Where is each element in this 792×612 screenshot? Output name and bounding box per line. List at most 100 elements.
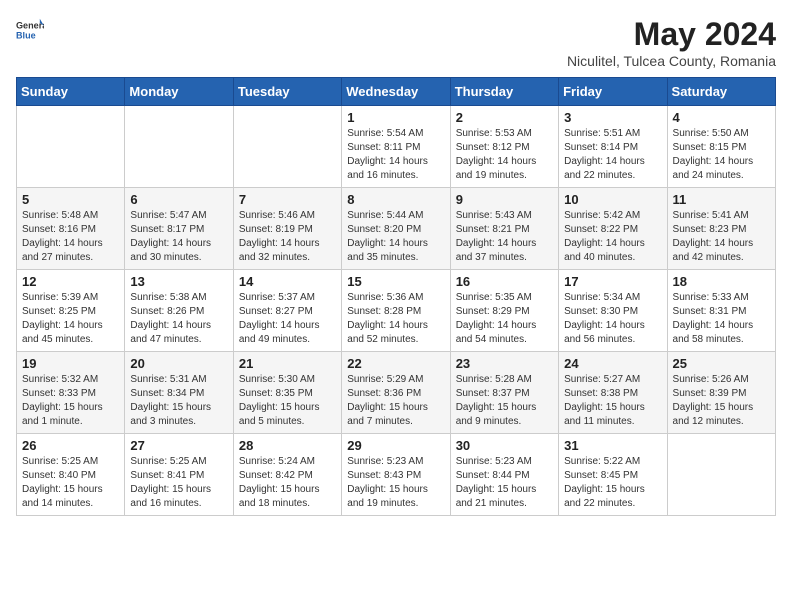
calendar-cell: 22 Sunrise: 5:29 AM Sunset: 8:36 PM Dayli… xyxy=(342,352,450,434)
calendar-body: 1 Sunrise: 5:54 AM Sunset: 8:11 PM Daylig… xyxy=(17,106,776,516)
calendar-cell: 30Sunrise: 5:23 AM Sunset: 8:44 PM Dayli… xyxy=(450,434,558,516)
day-info: Sunrise: 5:28 AM Sunset: 8:37 PM Dayligh… xyxy=(456,373,553,429)
day-info: Sunrise: 5:42 AM Sunset: 8:22 PM Dayligh… xyxy=(564,209,661,265)
day-info: Sunrise: 5:30 AM Sunset: 8:35 PM Dayligh… xyxy=(239,373,336,429)
day-number: 26 xyxy=(22,438,119,453)
calendar-cell: 29 Sunrise: 5:23 AM Sunset: 8:43 PM Dayli… xyxy=(342,434,450,516)
day-number: 19 xyxy=(22,356,119,371)
day-info: Sunrise: 5:26 AM Sunset: 8:39 PM Dayligh… xyxy=(673,373,770,429)
day-info: Sunrise: 5:48 AM Sunset: 8:16 PM Dayligh… xyxy=(22,209,119,265)
calendar-cell: 20Sunrise: 5:31 AM Sunset: 8:34 PM Dayli… xyxy=(125,352,233,434)
day-number: 23 xyxy=(456,356,553,371)
calendar-cell: 31Sunrise: 5:22 AM Sunset: 8:45 PM Dayli… xyxy=(559,434,667,516)
day-number: 3 xyxy=(564,110,661,125)
calendar-cell: 13 Sunrise: 5:38 AM Sunset: 8:26 PM Dayli… xyxy=(125,270,233,352)
calendar-cell xyxy=(125,106,233,188)
calendar-cell: 9 Sunrise: 5:43 AM Sunset: 8:21 PM Daylig… xyxy=(450,188,558,270)
logo: General Blue xyxy=(16,16,44,44)
day-number: 1 xyxy=(347,110,444,125)
day-number: 14 xyxy=(239,274,336,289)
month-year: May 2024 xyxy=(567,16,776,53)
header: General Blue May 2024 Niculitel, Tulcea … xyxy=(16,16,776,69)
calendar-cell: 8 Sunrise: 5:44 AM Sunset: 8:20 PM Daylig… xyxy=(342,188,450,270)
calendar-cell: 7Sunrise: 5:46 AM Sunset: 8:19 PM Daylig… xyxy=(233,188,341,270)
day-number: 28 xyxy=(239,438,336,453)
calendar-cell: 12 Sunrise: 5:39 AM Sunset: 8:25 PM Dayli… xyxy=(17,270,125,352)
day-info: Sunrise: 5:35 AM Sunset: 8:29 PM Dayligh… xyxy=(456,291,553,347)
day-info: Sunrise: 5:39 AM Sunset: 8:25 PM Dayligh… xyxy=(22,291,119,347)
calendar-cell: 17 Sunrise: 5:34 AM Sunset: 8:30 PM Dayli… xyxy=(559,270,667,352)
day-info: Sunrise: 5:23 AM Sunset: 8:44 PM Dayligh… xyxy=(456,455,553,511)
location: Niculitel, Tulcea County, Romania xyxy=(567,53,776,69)
day-number: 16 xyxy=(456,274,553,289)
weekday-header-saturday: Saturday xyxy=(667,78,775,106)
calendar-cell: 26 Sunrise: 5:25 AM Sunset: 8:40 PM Dayli… xyxy=(17,434,125,516)
day-info: Sunrise: 5:23 AM Sunset: 8:43 PM Dayligh… xyxy=(347,455,444,511)
calendar-cell: 25 Sunrise: 5:26 AM Sunset: 8:39 PM Dayli… xyxy=(667,352,775,434)
day-info: Sunrise: 5:53 AM Sunset: 8:12 PM Dayligh… xyxy=(456,127,553,183)
week-row-2: 5Sunrise: 5:48 AM Sunset: 8:16 PM Daylig… xyxy=(17,188,776,270)
calendar-cell xyxy=(233,106,341,188)
day-number: 18 xyxy=(673,274,770,289)
calendar-cell xyxy=(667,434,775,516)
day-info: Sunrise: 5:54 AM Sunset: 8:11 PM Dayligh… xyxy=(347,127,444,183)
calendar-cell: 28 Sunrise: 5:24 AM Sunset: 8:42 PM Dayli… xyxy=(233,434,341,516)
calendar-cell: 1 Sunrise: 5:54 AM Sunset: 8:11 PM Daylig… xyxy=(342,106,450,188)
day-number: 24 xyxy=(564,356,661,371)
weekday-header-row: SundayMondayTuesdayWednesdayThursdayFrid… xyxy=(17,78,776,106)
weekday-header-monday: Monday xyxy=(125,78,233,106)
day-info: Sunrise: 5:29 AM Sunset: 8:36 PM Dayligh… xyxy=(347,373,444,429)
day-number: 20 xyxy=(130,356,227,371)
day-info: Sunrise: 5:41 AM Sunset: 8:23 PM Dayligh… xyxy=(673,209,770,265)
day-number: 2 xyxy=(456,110,553,125)
day-info: Sunrise: 5:43 AM Sunset: 8:21 PM Dayligh… xyxy=(456,209,553,265)
day-number: 9 xyxy=(456,192,553,207)
day-number: 17 xyxy=(564,274,661,289)
day-info: Sunrise: 5:38 AM Sunset: 8:26 PM Dayligh… xyxy=(130,291,227,347)
calendar-cell: 5Sunrise: 5:48 AM Sunset: 8:16 PM Daylig… xyxy=(17,188,125,270)
day-number: 11 xyxy=(673,192,770,207)
calendar-cell: 23 Sunrise: 5:28 AM Sunset: 8:37 PM Dayli… xyxy=(450,352,558,434)
weekday-header-tuesday: Tuesday xyxy=(233,78,341,106)
week-row-1: 1 Sunrise: 5:54 AM Sunset: 8:11 PM Daylig… xyxy=(17,106,776,188)
day-number: 7 xyxy=(239,192,336,207)
calendar-cell: 2 Sunrise: 5:53 AM Sunset: 8:12 PM Daylig… xyxy=(450,106,558,188)
day-number: 15 xyxy=(347,274,444,289)
day-number: 10 xyxy=(564,192,661,207)
weekday-header-sunday: Sunday xyxy=(17,78,125,106)
day-info: Sunrise: 5:47 AM Sunset: 8:17 PM Dayligh… xyxy=(130,209,227,265)
day-number: 4 xyxy=(673,110,770,125)
day-number: 12 xyxy=(22,274,119,289)
calendar-cell: 27 Sunrise: 5:25 AM Sunset: 8:41 PM Dayli… xyxy=(125,434,233,516)
day-number: 29 xyxy=(347,438,444,453)
day-info: Sunrise: 5:37 AM Sunset: 8:27 PM Dayligh… xyxy=(239,291,336,347)
day-number: 22 xyxy=(347,356,444,371)
day-info: Sunrise: 5:51 AM Sunset: 8:14 PM Dayligh… xyxy=(564,127,661,183)
calendar-cell: 19 Sunrise: 5:32 AM Sunset: 8:33 PM Dayli… xyxy=(17,352,125,434)
calendar-cell: 3 Sunrise: 5:51 AM Sunset: 8:14 PM Daylig… xyxy=(559,106,667,188)
day-number: 25 xyxy=(673,356,770,371)
day-info: Sunrise: 5:34 AM Sunset: 8:30 PM Dayligh… xyxy=(564,291,661,347)
calendar-cell: 21Sunrise: 5:30 AM Sunset: 8:35 PM Dayli… xyxy=(233,352,341,434)
calendar-cell: 18 Sunrise: 5:33 AM Sunset: 8:31 PM Dayli… xyxy=(667,270,775,352)
title-block: May 2024 Niculitel, Tulcea County, Roman… xyxy=(567,16,776,69)
calendar-cell: 4Sunrise: 5:50 AM Sunset: 8:15 PM Daylig… xyxy=(667,106,775,188)
day-number: 27 xyxy=(130,438,227,453)
day-info: Sunrise: 5:25 AM Sunset: 8:40 PM Dayligh… xyxy=(22,455,119,511)
day-info: Sunrise: 5:32 AM Sunset: 8:33 PM Dayligh… xyxy=(22,373,119,429)
week-row-4: 19 Sunrise: 5:32 AM Sunset: 8:33 PM Dayli… xyxy=(17,352,776,434)
calendar-cell: 16 Sunrise: 5:35 AM Sunset: 8:29 PM Dayli… xyxy=(450,270,558,352)
day-number: 6 xyxy=(130,192,227,207)
day-info: Sunrise: 5:36 AM Sunset: 8:28 PM Dayligh… xyxy=(347,291,444,347)
day-number: 31 xyxy=(564,438,661,453)
day-info: Sunrise: 5:24 AM Sunset: 8:42 PM Dayligh… xyxy=(239,455,336,511)
svg-text:Blue: Blue xyxy=(16,30,36,40)
weekday-header-thursday: Thursday xyxy=(450,78,558,106)
day-info: Sunrise: 5:25 AM Sunset: 8:41 PM Dayligh… xyxy=(130,455,227,511)
calendar-cell: 6 Sunrise: 5:47 AM Sunset: 8:17 PM Daylig… xyxy=(125,188,233,270)
day-number: 13 xyxy=(130,274,227,289)
day-number: 8 xyxy=(347,192,444,207)
calendar-cell xyxy=(17,106,125,188)
day-info: Sunrise: 5:44 AM Sunset: 8:20 PM Dayligh… xyxy=(347,209,444,265)
day-info: Sunrise: 5:33 AM Sunset: 8:31 PM Dayligh… xyxy=(673,291,770,347)
